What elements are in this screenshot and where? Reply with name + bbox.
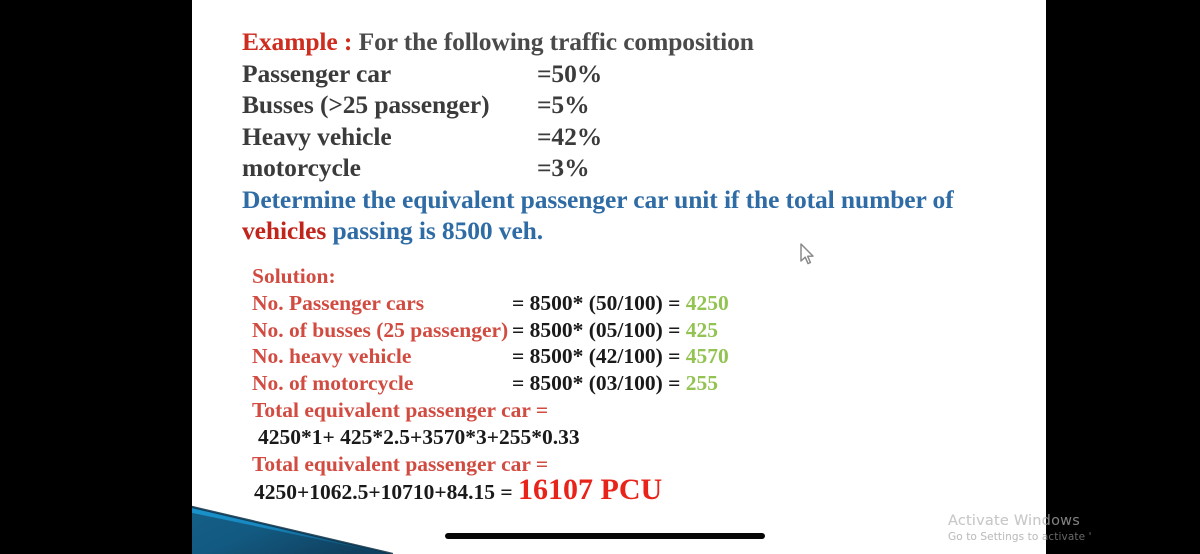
sum-expression-1: 4250*1+ 425*2.5+3570*3+255*0.33 [258, 424, 580, 449]
video-viewport: Example : For the following traffic comp… [0, 0, 1200, 554]
composition-value: =5% [537, 90, 590, 119]
composition-row: Heavy vehicle =42% [242, 121, 954, 153]
playback-progress-bar[interactable] [445, 533, 765, 539]
solution-row-label: No. heavy vehicle [252, 344, 412, 369]
solution-row-label: No. of busses (25 passenger) [252, 317, 509, 342]
sum-expression-line-1: 4250*1+ 425*2.5+3570*3+255*0.33 [252, 424, 662, 451]
solution-row-result: 425 [685, 317, 719, 342]
determine-question-line-1: Determine the equivalent passenger car u… [242, 184, 954, 216]
composition-value: =50% [537, 58, 603, 88]
solution-row-result: 255 [685, 371, 719, 396]
total-equivalent-label-1: Total equivalent passenger car = [252, 397, 549, 422]
solution-block: Solution: No. Passenger cars = 8500* (50… [252, 263, 729, 511]
solution-row-equation: = 8500* (03/100) = [512, 371, 686, 396]
solution-row-equation: = 8500* (50/100) = [512, 290, 686, 315]
total-equivalent-label-2: Total equivalent passenger car = [252, 451, 549, 476]
solution-row-equation: = 8500* (42/100) = [512, 344, 686, 369]
composition-row: Passenger car =50% [242, 58, 954, 90]
solution-row-equation-group: = 8500* (05/100) = 425 [512, 317, 718, 344]
solution-row-equation: = 8500* (05/100) = [512, 317, 686, 342]
letterbox-right [1046, 0, 1200, 554]
solution-row-equation-group: = 8500* (03/100) = 255 [512, 370, 718, 397]
presentation-slide: Example : For the following traffic comp… [192, 0, 1046, 554]
composition-row: motorcycle =3% [242, 152, 954, 184]
total-label-line-1: Total equivalent passenger car = [252, 397, 662, 424]
example-label: Example : [242, 27, 353, 56]
solution-row-label: No. of motorcycle [252, 371, 414, 396]
composition-label: motorcycle [242, 153, 361, 182]
solution-row-equation-group: = 8500* (50/100) = 4250 [512, 290, 729, 317]
final-answer-value: 16107 PCU [518, 473, 663, 507]
sum-expression-2: 4250+1062.5+10710+84.15 = [254, 480, 519, 505]
letterbox-left [0, 0, 192, 554]
solution-row: No. of motorcycle = 8500* (03/100) = 255 [252, 370, 718, 397]
solution-heading: Solution: [252, 264, 336, 288]
example-line: Example : For the following traffic comp… [242, 26, 954, 58]
solution-row-result: 4250 [685, 290, 729, 315]
mouse-cursor-icon [799, 243, 817, 267]
solution-row-equation-group: = 8500* (42/100) = 4570 [512, 343, 729, 370]
determine-question-line-2: vehicles passing is 8500 veh. [242, 215, 954, 247]
solution-row: No. Passenger cars = 8500* (50/100) = 42… [252, 290, 729, 317]
final-answer-line: 4250+1062.5+10710+84.15 = 16107 PCU [252, 475, 662, 511]
problem-statement: Example : For the following traffic comp… [242, 26, 954, 247]
composition-row: Busses (>25 passenger) =5% [242, 89, 954, 121]
composition-label: Passenger car [242, 58, 392, 88]
determine-text: Determine the equivalent passenger car u… [242, 184, 954, 214]
composition-label: Heavy vehicle [242, 121, 392, 151]
solution-heading-line: Solution: [252, 263, 662, 290]
solution-row-label: No. Passenger cars [252, 290, 425, 315]
composition-value: =3% [537, 153, 590, 182]
solution-row-result: 4570 [685, 344, 729, 369]
composition-label: Busses (>25 passenger) [242, 90, 490, 119]
solution-row: No. heavy vehicle = 8500* (42/100) = 457… [252, 343, 729, 370]
determine-highlight: vehicles [242, 216, 327, 245]
example-text: For the following traffic composition [358, 27, 754, 56]
determine-text-tail: passing is 8500 veh. [326, 216, 544, 245]
composition-value: =42% [537, 121, 603, 151]
solution-row: No. of busses (25 passenger) = 8500* (05… [252, 317, 718, 344]
